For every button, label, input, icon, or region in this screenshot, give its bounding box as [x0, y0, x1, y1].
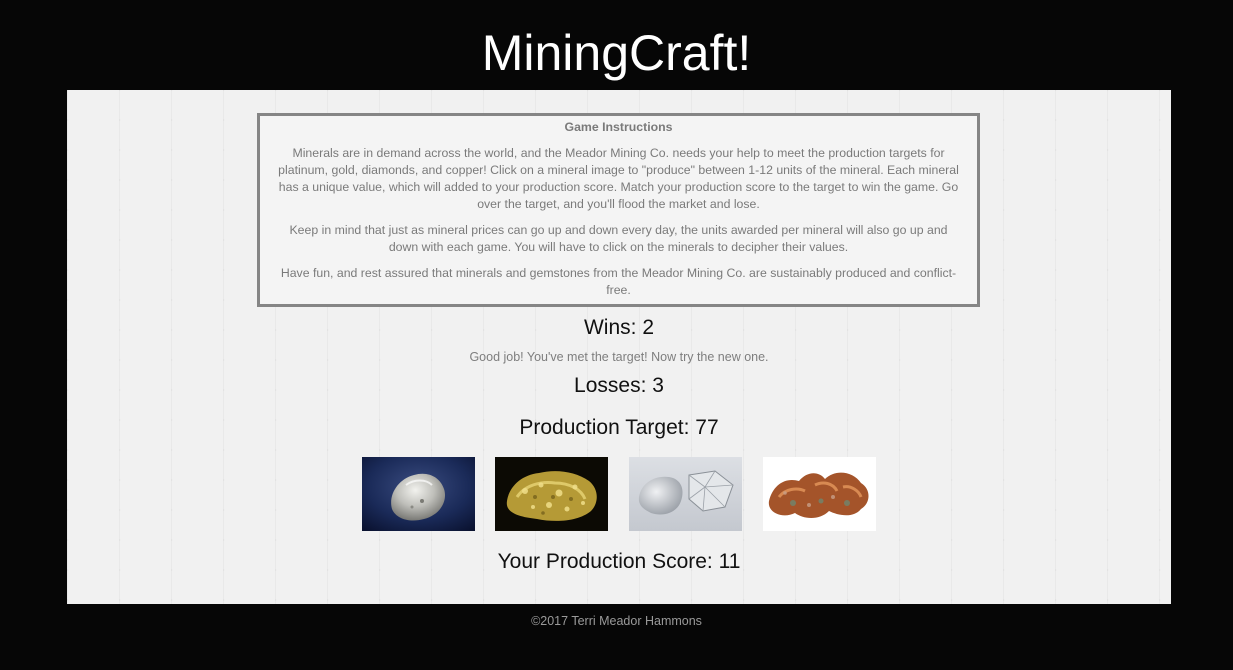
mineral-buttons	[362, 457, 876, 531]
instructions-title: Game Instructions	[564, 120, 673, 134]
footer-copyright: ©2017 Terri Meador Hammons	[531, 614, 702, 628]
production-score: Your Production Score: 11	[497, 550, 741, 573]
platinum-nugget-image	[362, 457, 475, 531]
status-message: Good job! You've met the target! Now try…	[469, 350, 769, 364]
losses-counter: Losses: 3	[574, 374, 664, 397]
instructions-paragraph: Have fun, and rest assured that minerals…	[280, 266, 957, 297]
game-panel: Game Instructions Minerals are in demand…	[67, 90, 1171, 604]
diamond-button[interactable]	[629, 457, 742, 531]
gold-button[interactable]	[495, 457, 608, 531]
wins-counter: Wins: 2	[583, 316, 654, 339]
diamond-image	[629, 457, 742, 531]
instructions-paragraph: Keep in mind that just as mineral prices…	[289, 223, 948, 254]
instructions-box: Game Instructions Minerals are in demand…	[257, 113, 980, 307]
platinum-button[interactable]	[362, 457, 475, 531]
copper-button[interactable]	[763, 457, 876, 531]
site-title: MiningCraft!	[481, 25, 752, 81]
instructions-paragraph: Minerals are in demand across the world,…	[278, 146, 959, 211]
production-target: Production Target: 77	[519, 416, 719, 439]
gold-nugget-image	[495, 457, 608, 531]
copper-nugget-image	[763, 457, 876, 531]
